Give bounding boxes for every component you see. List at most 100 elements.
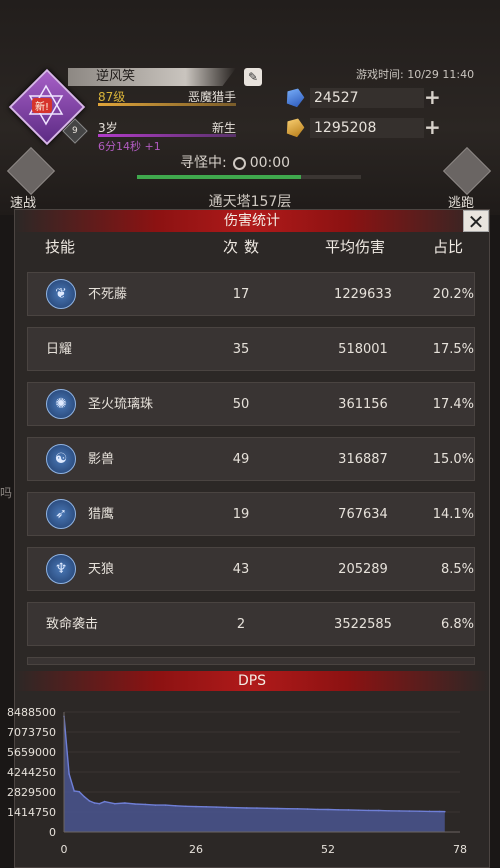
game-time: 游戏时间: 10/29 11:40: [356, 68, 475, 81]
search-progress: [137, 175, 361, 179]
skill-count: 43: [232, 562, 250, 577]
falcon-icon: ➶: [46, 499, 76, 529]
dps-point: [68, 773, 70, 775]
y-tick-label: 7073750: [7, 726, 56, 739]
skill-count: 35: [232, 342, 250, 357]
skill-name: 日耀: [46, 342, 73, 357]
dps-point: [164, 804, 167, 806]
gem-resource: 24527 +: [286, 88, 446, 108]
dps-point: [113, 802, 116, 805]
dps-point: [195, 805, 197, 808]
x-tick-label: 52: [321, 843, 335, 856]
x-tick-label: 0: [61, 843, 68, 856]
skill-avg-damage: 767634: [338, 507, 388, 522]
dps-point: [388, 809, 390, 812]
dps-point: [438, 810, 441, 813]
x-tick-label: 78: [453, 843, 467, 856]
dps-point: [154, 804, 157, 806]
dps-point: [235, 806, 238, 809]
dps-point: [377, 809, 380, 812]
gold-icon: [283, 115, 306, 138]
skill-count: 17: [232, 287, 250, 302]
skill-row: ❦ 不死藤 17 1229633 20.2%: [27, 272, 475, 316]
skill-count: 19: [232, 507, 250, 522]
dps-point: [98, 802, 101, 805]
dps-point: [367, 809, 370, 812]
skill-ratio: 15.0%: [432, 452, 474, 467]
search-time: 00:00: [249, 155, 291, 171]
dps-point: [73, 790, 75, 792]
y-tick-label: 8488500: [7, 706, 56, 719]
search-progress-fill: [137, 175, 301, 179]
dps-point: [256, 807, 258, 809]
add-gems-button[interactable]: +: [424, 87, 441, 107]
dps-point: [93, 802, 96, 804]
skill-ratio: 14.1%: [432, 507, 474, 522]
dps-point: [327, 808, 329, 811]
dps-point: [245, 807, 248, 809]
skill-avg-damage: 3522585: [334, 617, 392, 632]
skill-avg-damage: 518001: [338, 342, 388, 357]
gem-icon: [283, 85, 306, 108]
skill-avg-damage: 361156: [338, 397, 388, 412]
skill-count: 50: [232, 397, 250, 412]
quick-battle-button[interactable]: 速战: [6, 146, 56, 211]
skill-name: 致命袭击: [46, 617, 99, 632]
age-timer: 6分14秒 +1: [98, 140, 161, 153]
header-ratio: 占比: [433, 238, 464, 256]
dps-point: [83, 795, 86, 798]
dps-point: [296, 808, 299, 810]
skill-avg-damage: 205289: [338, 562, 388, 577]
age-bar: [98, 134, 236, 137]
x-tick-label: 26: [189, 843, 203, 856]
wolf-icon: ♆: [46, 554, 76, 584]
y-tick-label: 0: [49, 826, 56, 839]
flee-button[interactable]: 逃跑: [442, 146, 492, 211]
player-age: 3岁: [98, 121, 118, 135]
exp-bar: [98, 103, 236, 106]
dps-point: [317, 808, 319, 811]
dps-title: DPS: [15, 671, 489, 691]
skill-name: 圣火琉璃珠: [88, 397, 154, 412]
skill-ratio: 8.5%: [440, 562, 474, 577]
skill-row: 日耀 35 518001 17.5%: [27, 327, 475, 371]
gold-resource: 1295208 +: [286, 118, 446, 138]
dps-point: [398, 810, 400, 812]
dps-point: [78, 790, 81, 793]
header-skill: 技能: [45, 238, 76, 256]
player-name: 逆风笑: [68, 68, 236, 86]
skill-count: 2: [236, 617, 246, 632]
y-tick-label: 2829500: [7, 786, 56, 799]
partial-row: [27, 657, 475, 665]
close-button[interactable]: ✕: [463, 210, 489, 233]
skill-row: ☯ 影兽 49 316887 15.0%: [27, 437, 475, 481]
dps-point: [418, 810, 421, 813]
skill-row: 致命袭击 2 3522585 6.8%: [27, 602, 475, 646]
dps-point: [225, 806, 228, 809]
beast-icon: ☯: [46, 444, 76, 474]
y-tick-label: 4244250: [7, 766, 56, 779]
cross-icon: [442, 146, 492, 196]
skill-ratio: 6.8%: [440, 617, 474, 632]
player-level: 87级: [98, 90, 126, 104]
column-headers: 技能 次数 平均伤害 占比: [15, 236, 489, 260]
dps-point: [286, 807, 289, 810]
dps-point: [205, 806, 207, 808]
dps-point: [144, 803, 147, 806]
edit-name-icon[interactable]: ✎: [244, 68, 262, 86]
header-avg-damage: 平均伤害: [325, 238, 386, 256]
dps-point: [276, 807, 279, 810]
skill-ratio: 17.4%: [432, 397, 474, 412]
add-gold-button[interactable]: +: [424, 117, 441, 137]
skill-name: 不死藤: [88, 287, 128, 302]
search-label: 寻怪中:: [180, 155, 227, 171]
dps-point: [185, 805, 187, 808]
gold-count: 1295208: [310, 118, 424, 138]
skill-row: ✺ 圣火琉璃珠 50 361156 17.4%: [27, 382, 475, 426]
skill-ratio: 20.2%: [432, 287, 474, 302]
background-text-fragment: 吗: [0, 486, 13, 500]
dps-point: [408, 810, 411, 812]
y-tick-label: 5659000: [7, 746, 56, 759]
dps-point: [347, 809, 350, 811]
dps-point: [134, 803, 136, 805]
